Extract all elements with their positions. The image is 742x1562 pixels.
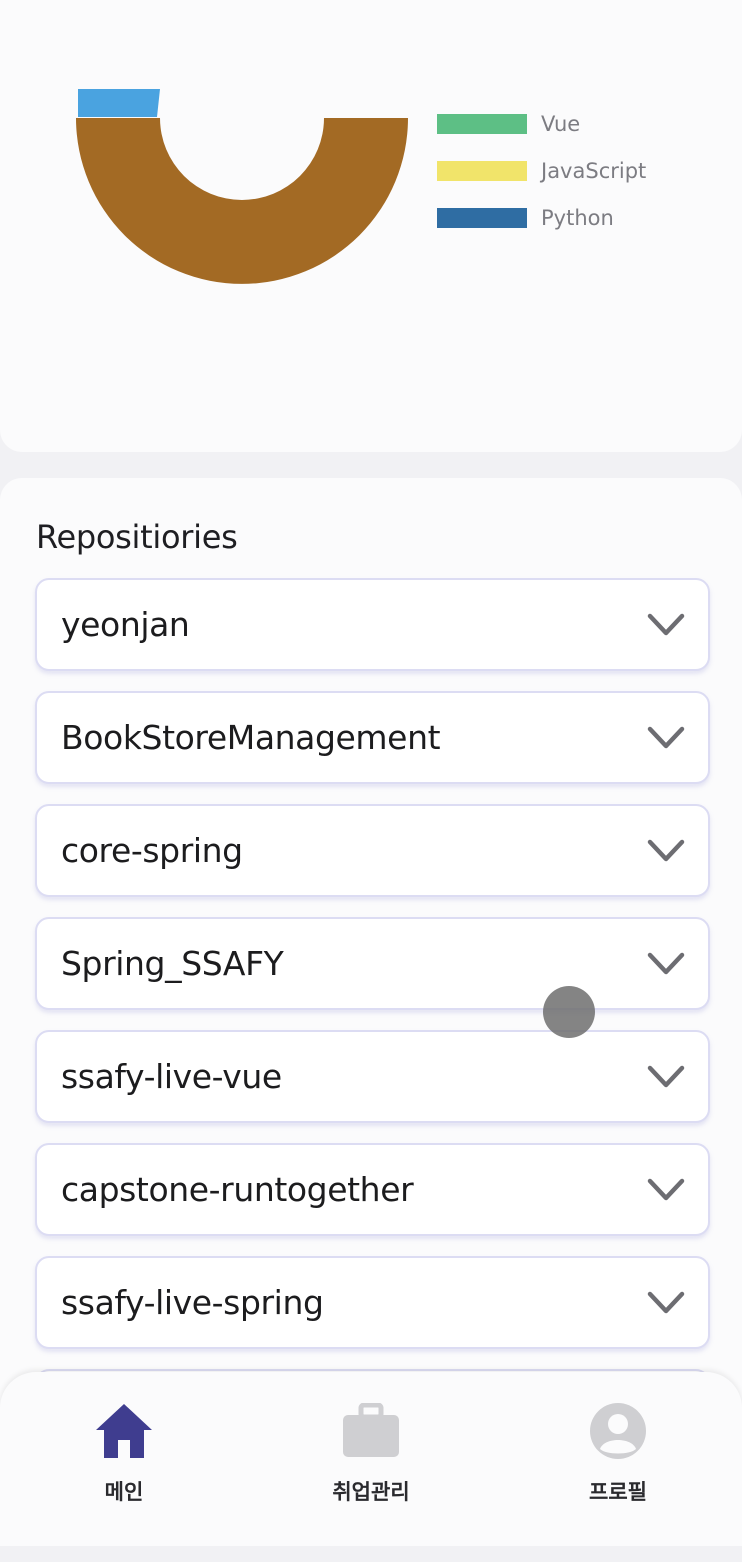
chevron-down-icon xyxy=(646,944,686,984)
legend-swatch xyxy=(437,160,527,181)
repository-name: ssafy-live-spring xyxy=(61,1283,324,1322)
chevron-down-icon xyxy=(646,605,686,645)
repository-item[interactable]: Spring_SSAFY xyxy=(35,917,710,1010)
legend-swatch xyxy=(437,113,527,134)
legend-item: Vue xyxy=(437,100,646,147)
repository-name: BookStoreManagement xyxy=(61,718,441,757)
repository-item[interactable]: BookStoreManagement xyxy=(35,691,710,784)
chevron-down-icon xyxy=(646,1170,686,1210)
repository-list: yeonjan BookStoreManagement core-spring … xyxy=(35,578,710,1409)
home-icon xyxy=(93,1400,155,1462)
repository-item[interactable]: ssafy-live-vue xyxy=(35,1030,710,1123)
legend-label: JavaScript xyxy=(541,158,647,183)
nav-item-profile[interactable]: 프로필 xyxy=(558,1400,678,1546)
repository-name: capstone-runtogether xyxy=(61,1170,414,1209)
nav-item-main[interactable]: 메인 xyxy=(64,1400,184,1546)
bottom-edge xyxy=(0,1546,742,1562)
nav-item-employment[interactable]: 취업관리 xyxy=(311,1400,431,1546)
briefcase-icon xyxy=(340,1400,402,1462)
language-chart-card: Vue JavaScript Python xyxy=(0,0,742,452)
repository-item[interactable]: ssafy-live-spring xyxy=(35,1256,710,1349)
legend-label: Python xyxy=(541,205,614,230)
chart-legend: Vue JavaScript Python xyxy=(437,100,646,241)
bottom-navigation: 메인 취업관리 프로필 xyxy=(0,1372,742,1546)
nav-label: 취업관리 xyxy=(332,1480,410,1504)
repository-name: ssafy-live-vue xyxy=(61,1057,282,1096)
section-title: Repositiories xyxy=(36,518,238,556)
repository-name: yeonjan xyxy=(61,605,190,644)
legend-item: JavaScript xyxy=(437,147,646,194)
nav-label: 프로필 xyxy=(589,1480,647,1504)
chevron-down-icon xyxy=(646,831,686,871)
legend-item: Python xyxy=(437,194,646,241)
legend-label: Vue xyxy=(541,111,581,136)
donut-slice-small xyxy=(78,89,160,117)
chevron-down-icon xyxy=(646,718,686,758)
repository-item[interactable]: core-spring xyxy=(35,804,710,897)
repository-item[interactable]: capstone-runtogether xyxy=(35,1143,710,1236)
repository-item[interactable]: yeonjan xyxy=(35,578,710,671)
profile-icon xyxy=(587,1400,649,1462)
donut-slice-main xyxy=(76,118,408,284)
chevron-down-icon xyxy=(646,1057,686,1097)
touch-indicator xyxy=(543,986,595,1038)
repository-name: Spring_SSAFY xyxy=(61,944,284,983)
legend-swatch xyxy=(437,207,527,228)
repository-name: core-spring xyxy=(61,831,243,870)
chevron-down-icon xyxy=(646,1283,686,1323)
nav-label: 메인 xyxy=(104,1480,144,1504)
chart-clip-mask xyxy=(0,0,420,88)
